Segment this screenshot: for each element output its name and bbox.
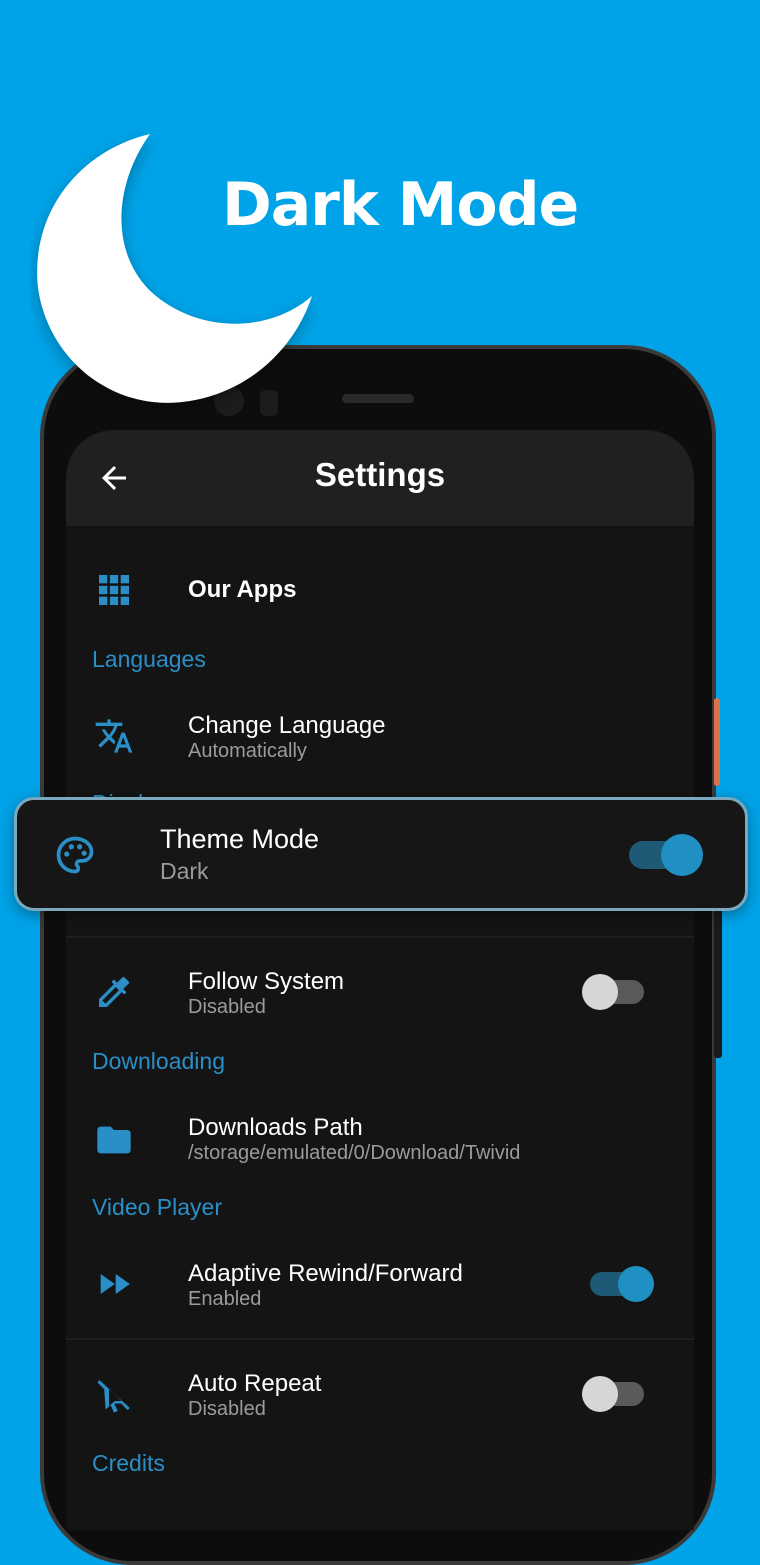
palette-icon — [56, 836, 94, 874]
follow-system-toggle[interactable] — [582, 974, 648, 1010]
page-title: Settings — [314, 456, 446, 493]
moon-icon — [37, 134, 312, 403]
settings-screen: Settings Our Apps Languages Change Langu… — [66, 430, 694, 1530]
phone-side-button — [714, 698, 720, 786]
divider — [66, 1338, 694, 1340]
grid-icon — [99, 575, 129, 605]
adaptive-rewind-toggle[interactable] — [588, 1266, 654, 1302]
settings-item-label: Downloads Path — [188, 1114, 363, 1141]
settings-item-value: Dark — [160, 858, 209, 884]
settings-item-label: Adaptive Rewind/Forward — [188, 1260, 463, 1287]
section-header-languages: Languages — [92, 646, 206, 672]
translate-icon — [95, 719, 133, 753]
settings-item-label: Our Apps — [188, 576, 297, 603]
auto-repeat-toggle[interactable] — [582, 1376, 648, 1412]
theme-mode-toggle[interactable] — [627, 834, 703, 876]
settings-item-label: Auto Repeat — [188, 1370, 322, 1397]
settings-item-theme-mode[interactable]: Theme Mode Dark — [14, 797, 748, 911]
settings-item-label: Theme Mode — [160, 824, 320, 854]
section-header-credits: Credits — [92, 1450, 165, 1476]
settings-item-label: Change Language — [188, 712, 386, 739]
app-bar: Settings — [66, 430, 694, 526]
fast-forward-icon — [100, 1274, 130, 1294]
settings-item-value: Disabled — [188, 996, 266, 1018]
section-header-video-player: Video Player — [92, 1194, 222, 1220]
section-header-downloading: Downloading — [92, 1048, 225, 1074]
settings-item-label: Follow System — [188, 968, 345, 995]
settings-item-value: Automatically — [188, 740, 307, 762]
no-touch-icon — [97, 1380, 130, 1413]
phone-speaker — [342, 394, 414, 403]
divider — [66, 936, 694, 938]
eyedropper-icon — [99, 976, 130, 1007]
settings-item-value: Enabled — [188, 1288, 262, 1310]
settings-item-value: Disabled — [188, 1398, 266, 1420]
folder-icon — [97, 1126, 131, 1154]
settings-item-value: /storage/emulated/0/Download/Twivid — [188, 1142, 521, 1164]
